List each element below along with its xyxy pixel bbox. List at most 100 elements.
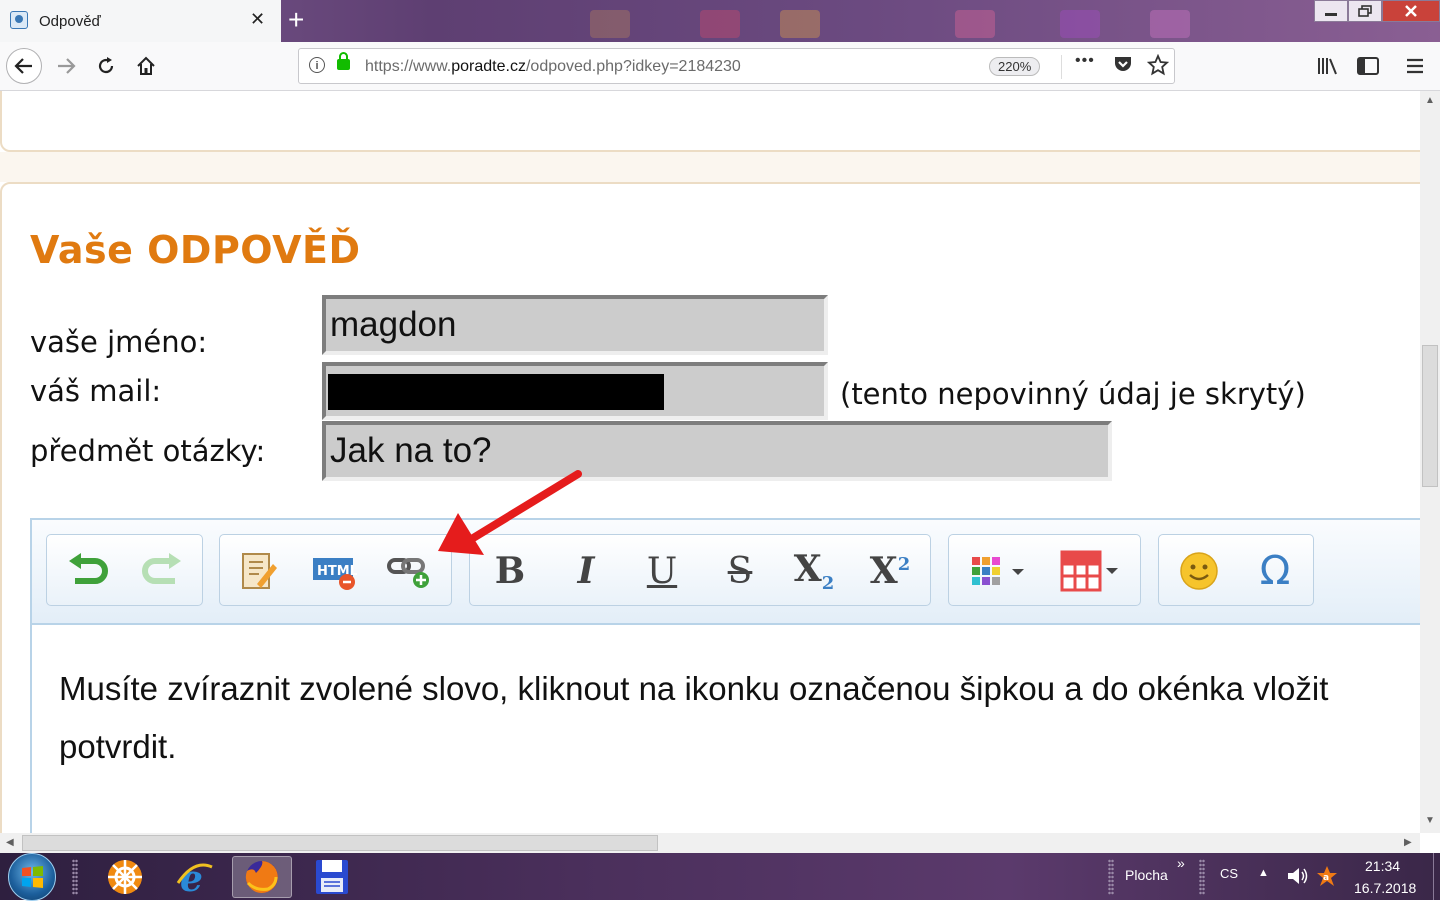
undo-icon: [69, 553, 108, 584]
insert-link-button[interactable]: [384, 545, 436, 597]
taskbar-app-firefox[interactable]: [232, 856, 292, 898]
taskbar-app-internet-explorer[interactable]: e: [164, 856, 224, 898]
subscript-letter: X: [793, 547, 822, 590]
background-decoration: [1150, 10, 1190, 38]
toolbar-expand-icon[interactable]: »: [1177, 855, 1185, 871]
scroll-down-arrow-icon[interactable]: ▼: [1425, 815, 1435, 826]
browser-tab-strip: Odpověď ✕ +: [0, 0, 1440, 42]
windows-taskbar: e Plocha » CS ▲ a 21:34 16.7.2018: [0, 853, 1440, 901]
home-button[interactable]: [130, 50, 162, 82]
undo-button[interactable]: [61, 545, 113, 597]
close-window-button[interactable]: [1382, 0, 1440, 22]
underline-icon: U: [646, 550, 678, 592]
background-decoration: [1060, 10, 1100, 38]
editor-content[interactable]: Musíte zvíraznit zvolené slovo, kliknout…: [59, 660, 1420, 776]
redo-button[interactable]: [137, 545, 189, 597]
show-desktop-button[interactable]: [1433, 853, 1440, 900]
clock-time[interactable]: 21:34: [1365, 858, 1400, 874]
emoticon-button[interactable]: [1173, 545, 1225, 597]
library-icon[interactable]: [1317, 56, 1339, 81]
color-palette-icon: [972, 557, 1024, 585]
subscript-button[interactable]: X2: [788, 545, 840, 597]
horizontal-scroll-thumb[interactable]: [22, 835, 658, 851]
subject-label: předmět otázky:: [30, 434, 266, 468]
strikethrough-icon: S: [727, 550, 753, 592]
bold-button[interactable]: B: [484, 545, 536, 597]
subject-input[interactable]: Jak na to?: [322, 421, 1112, 481]
desktop-toolbar-label[interactable]: Plocha: [1125, 867, 1168, 883]
hamburger-menu-icon[interactable]: [1405, 56, 1425, 81]
language-indicator[interactable]: CS: [1220, 866, 1238, 881]
previous-section-panel: [0, 91, 1420, 152]
vertical-scrollbar[interactable]: ▲ ▼: [1420, 91, 1440, 833]
url-path: /odpoved.php?idkey=2184230: [525, 58, 741, 75]
floppy-disk-icon: [316, 860, 348, 894]
html-button[interactable]: HTML: [308, 545, 360, 597]
zoom-level-badge[interactable]: 220%: [989, 57, 1041, 76]
name-input[interactable]: magdon: [322, 295, 828, 355]
email-hidden-note: (tento nepovinný údaj je skrytý): [840, 377, 1306, 411]
window-controls: [1314, 0, 1440, 22]
insert-button-group: HTML: [219, 534, 452, 606]
pocket-icon[interactable]: [1113, 54, 1133, 79]
scroll-up-arrow-icon[interactable]: ▲: [1425, 95, 1435, 106]
taskbar-grip: [72, 859, 78, 895]
reload-button[interactable]: [90, 50, 122, 82]
back-button[interactable]: [6, 48, 42, 84]
forward-button[interactable]: [50, 50, 82, 82]
strikethrough-button[interactable]: S: [714, 545, 766, 597]
scroll-left-arrow-icon[interactable]: ◀: [6, 837, 14, 848]
editor-toolbar: HTML B I U S X2 X2 Ω: [32, 520, 1420, 625]
special-character-button[interactable]: Ω: [1249, 545, 1301, 597]
color-table-button-group: [948, 534, 1141, 606]
sidebar-toggle-icon[interactable]: [1357, 56, 1379, 81]
taskbar-app-helm[interactable]: [95, 856, 155, 898]
horizontal-scrollbar[interactable]: ◀ ▶: [0, 833, 1420, 853]
windows-logo-icon: [22, 866, 43, 888]
vertical-scroll-thumb[interactable]: [1422, 345, 1438, 487]
superscript-button[interactable]: X2: [864, 545, 916, 597]
start-button[interactable]: [8, 853, 56, 901]
editor-text-line: Musíte zvíraznit zvolené slovo, kliknout…: [59, 670, 1329, 707]
insert-table-button[interactable]: [1055, 545, 1127, 597]
underline-button[interactable]: U: [636, 545, 688, 597]
new-tab-button[interactable]: +: [288, 4, 304, 36]
site-info-icon[interactable]: i: [309, 57, 325, 73]
taskbar-grip: [1108, 859, 1114, 895]
tab-close-icon[interactable]: ✕: [250, 9, 265, 30]
email-label: váš mail:: [30, 374, 162, 408]
url-text[interactable]: https://www.poradte.cz/odpoved.php?idkey…: [365, 58, 741, 76]
firefox-icon: [245, 861, 278, 893]
url-bar[interactable]: i https://www.poradte.cz/odpoved.php?idk…: [298, 48, 1175, 84]
clock-date[interactable]: 16.7.2018: [1354, 880, 1416, 896]
antivirus-tray-icon[interactable]: a: [1316, 865, 1338, 892]
browser-tab-active[interactable]: Odpověď ✕: [0, 0, 281, 42]
bookmark-star-icon[interactable]: [1146, 53, 1170, 81]
minimize-button[interactable]: [1314, 0, 1348, 22]
taskbar-grip: [1199, 859, 1205, 895]
extras-button-group: Ω: [1158, 534, 1314, 606]
svg-text:a: a: [1323, 873, 1329, 883]
background-decoration: [780, 10, 820, 38]
italic-button[interactable]: I: [560, 545, 612, 597]
maximize-button[interactable]: [1348, 0, 1382, 22]
subscript-mark: 2: [821, 573, 835, 595]
web-page-content: Vaše ODPOVĚĎ vaše jméno: magdon váš mail…: [0, 91, 1420, 833]
text-color-button[interactable]: [963, 545, 1035, 597]
site-favicon-icon: [10, 11, 28, 29]
show-hidden-icons-icon[interactable]: ▲: [1258, 867, 1269, 879]
close-icon: [1405, 5, 1417, 17]
url-domain: poradte.cz: [451, 58, 526, 75]
scroll-right-arrow-icon[interactable]: ▶: [1404, 837, 1412, 848]
page-actions-menu-icon[interactable]: •••: [1075, 52, 1095, 70]
browser-navigation-bar: i https://www.poradte.cz/odpoved.php?idk…: [0, 42, 1440, 91]
email-input[interactable]: [322, 362, 828, 420]
url-scheme: https://www.: [365, 58, 452, 75]
minimize-icon: [1325, 13, 1337, 16]
history-button-group: [46, 534, 203, 606]
reload-icon: [98, 57, 114, 74]
background-decoration: [955, 10, 995, 38]
edit-source-button[interactable]: [232, 545, 284, 597]
volume-icon[interactable]: [1286, 865, 1310, 892]
taskbar-app-save[interactable]: [302, 856, 362, 898]
